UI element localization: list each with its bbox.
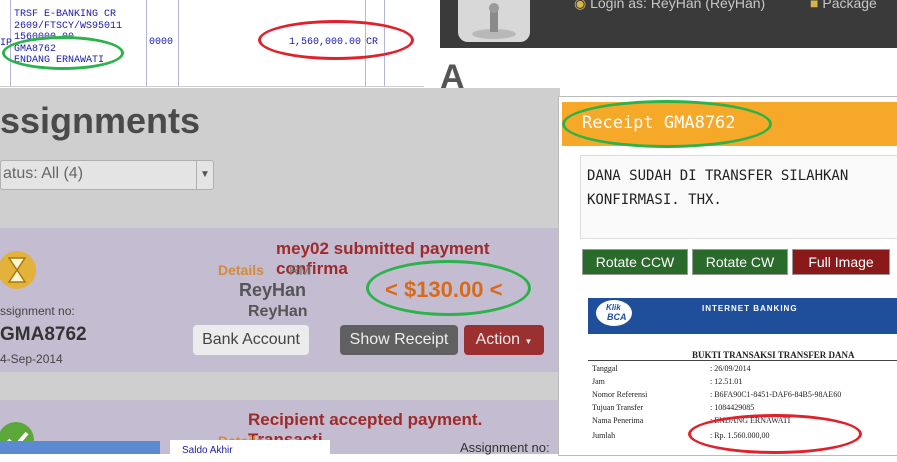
- status-filter-select[interactable]: atus: All (4) ▼: [0, 160, 214, 190]
- login-status[interactable]: ◉ Login as: ReyHan (ReyHan): [574, 0, 765, 12]
- action-button[interactable]: Action ▼: [464, 325, 544, 355]
- page-title: ssignments: [0, 100, 201, 141]
- figurine-icon: [472, 3, 516, 39]
- package-icon: ■: [810, 0, 819, 11]
- show-receipt-button[interactable]: Show Receipt: [340, 325, 458, 355]
- receipt-value: : 1084429085: [710, 403, 755, 412]
- caret-down-icon: ▼: [524, 337, 533, 346]
- status-filter-value: atus: All (4): [3, 165, 84, 182]
- banner-text: INTERNET BANKING: [702, 304, 798, 313]
- branch-code: 0000: [149, 37, 174, 48]
- rotate-ccw-button[interactable]: Rotate CCW: [582, 249, 688, 275]
- receipt-heading: BUKTI TRANSAKSI TRANSFER DANA: [692, 350, 855, 360]
- recipient-name: ReyHan: [248, 303, 308, 320]
- divider: [588, 360, 897, 361]
- receipt-label: Tujuan Transfer: [592, 403, 644, 412]
- highlight-oval: [2, 36, 124, 70]
- saldo-label: Saldo Akhir: [170, 440, 330, 456]
- description-line: TRSF E-BANKING CR: [14, 9, 117, 20]
- assignment-number: GMA8762: [0, 324, 87, 345]
- details-link[interactable]: Details: [218, 262, 264, 278]
- highlight-oval: [688, 414, 862, 454]
- receipt-value: : B6FA90C1-8451-DAF6-84B5-98AE60: [710, 390, 842, 399]
- chevron-down-icon: ▼: [196, 161, 213, 189]
- receipt-value: : 26/09/2014: [710, 364, 751, 373]
- bank-logo: Klik BCA: [596, 300, 632, 326]
- avatar[interactable]: [458, 0, 530, 42]
- blue-strip: [0, 441, 160, 454]
- user-icon: ◉: [574, 0, 587, 11]
- sender-name: ReyHan: [239, 280, 307, 300]
- assignment-label: ssignment no:: [0, 304, 75, 318]
- highlight-oval: [258, 20, 414, 60]
- bank-account-button[interactable]: Bank Account: [193, 325, 309, 355]
- receipt-label: Tanggal: [592, 364, 618, 373]
- message-line: KONFIRMASI. THX.: [587, 192, 722, 208]
- receipt-message-box: DANA SUDAH DI TRANSFER SILAHKAN KONFIRMA…: [580, 155, 897, 239]
- receipt-label: Jumlah: [592, 431, 616, 440]
- assignment-label: Assignment no:: [460, 440, 550, 455]
- message-line: DANA SUDAH DI TRANSFER SILAHKAN: [587, 168, 849, 184]
- bank-logo-top: Klik: [606, 303, 621, 312]
- highlight-oval: [562, 100, 772, 148]
- receipt-label: Nama Penerima: [592, 416, 644, 425]
- assignment-date: 4-Sep-2014: [0, 352, 63, 366]
- bank-logo-bottom: BCA: [607, 312, 627, 322]
- receipt-label: Nomor Referensi: [592, 390, 648, 399]
- full-image-button[interactable]: Full Image: [792, 249, 890, 275]
- description-line: 2609/FTSCY/WS95011: [14, 20, 123, 32]
- highlight-oval: [366, 260, 531, 316]
- action-button-label: Action: [475, 331, 521, 348]
- package-link[interactable]: ■ Package: [810, 0, 877, 11]
- rm-label: RM: [289, 262, 311, 278]
- table-divider: [178, 0, 179, 86]
- rotate-cw-button[interactable]: Rotate CW: [692, 249, 788, 275]
- hourglass-icon: [0, 251, 36, 289]
- table-divider: [146, 0, 147, 86]
- page-header-blank: [470, 48, 897, 88]
- receipt-label: Jam: [592, 377, 605, 386]
- receipt-value: : 12.51.01: [710, 377, 743, 386]
